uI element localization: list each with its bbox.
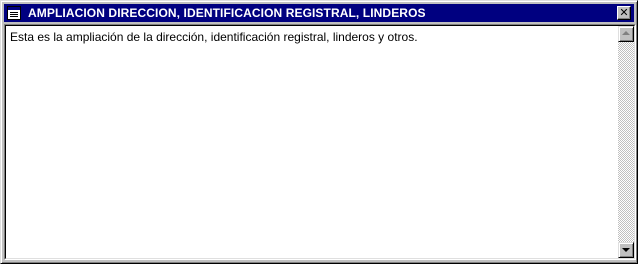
close-icon: ✕ xyxy=(619,6,629,19)
scroll-down-button[interactable] xyxy=(618,242,634,258)
title-bar[interactable]: AMPLIACION DIRECCION, IDENTIFICACION REG… xyxy=(4,4,634,22)
scroll-up-arrow-icon xyxy=(622,31,630,35)
vertical-scrollbar[interactable] xyxy=(618,26,634,258)
scroll-down-arrow-icon xyxy=(622,248,630,252)
notepad-icon[interactable] xyxy=(7,6,21,20)
text-area-frame: Esta es la ampliación de la dirección, i… xyxy=(4,24,636,260)
scroll-up-button[interactable] xyxy=(618,26,634,42)
window-title: AMPLIACION DIRECCION, IDENTIFICACION REG… xyxy=(28,6,426,20)
memo-text[interactable]: Esta es la ampliación de la dirección, i… xyxy=(10,30,614,45)
dialog-window: AMPLIACION DIRECCION, IDENTIFICACION REG… xyxy=(0,0,638,264)
close-button[interactable]: ✕ xyxy=(617,6,631,20)
memo-text-area[interactable]: Esta es la ampliación de la dirección, i… xyxy=(5,25,635,259)
